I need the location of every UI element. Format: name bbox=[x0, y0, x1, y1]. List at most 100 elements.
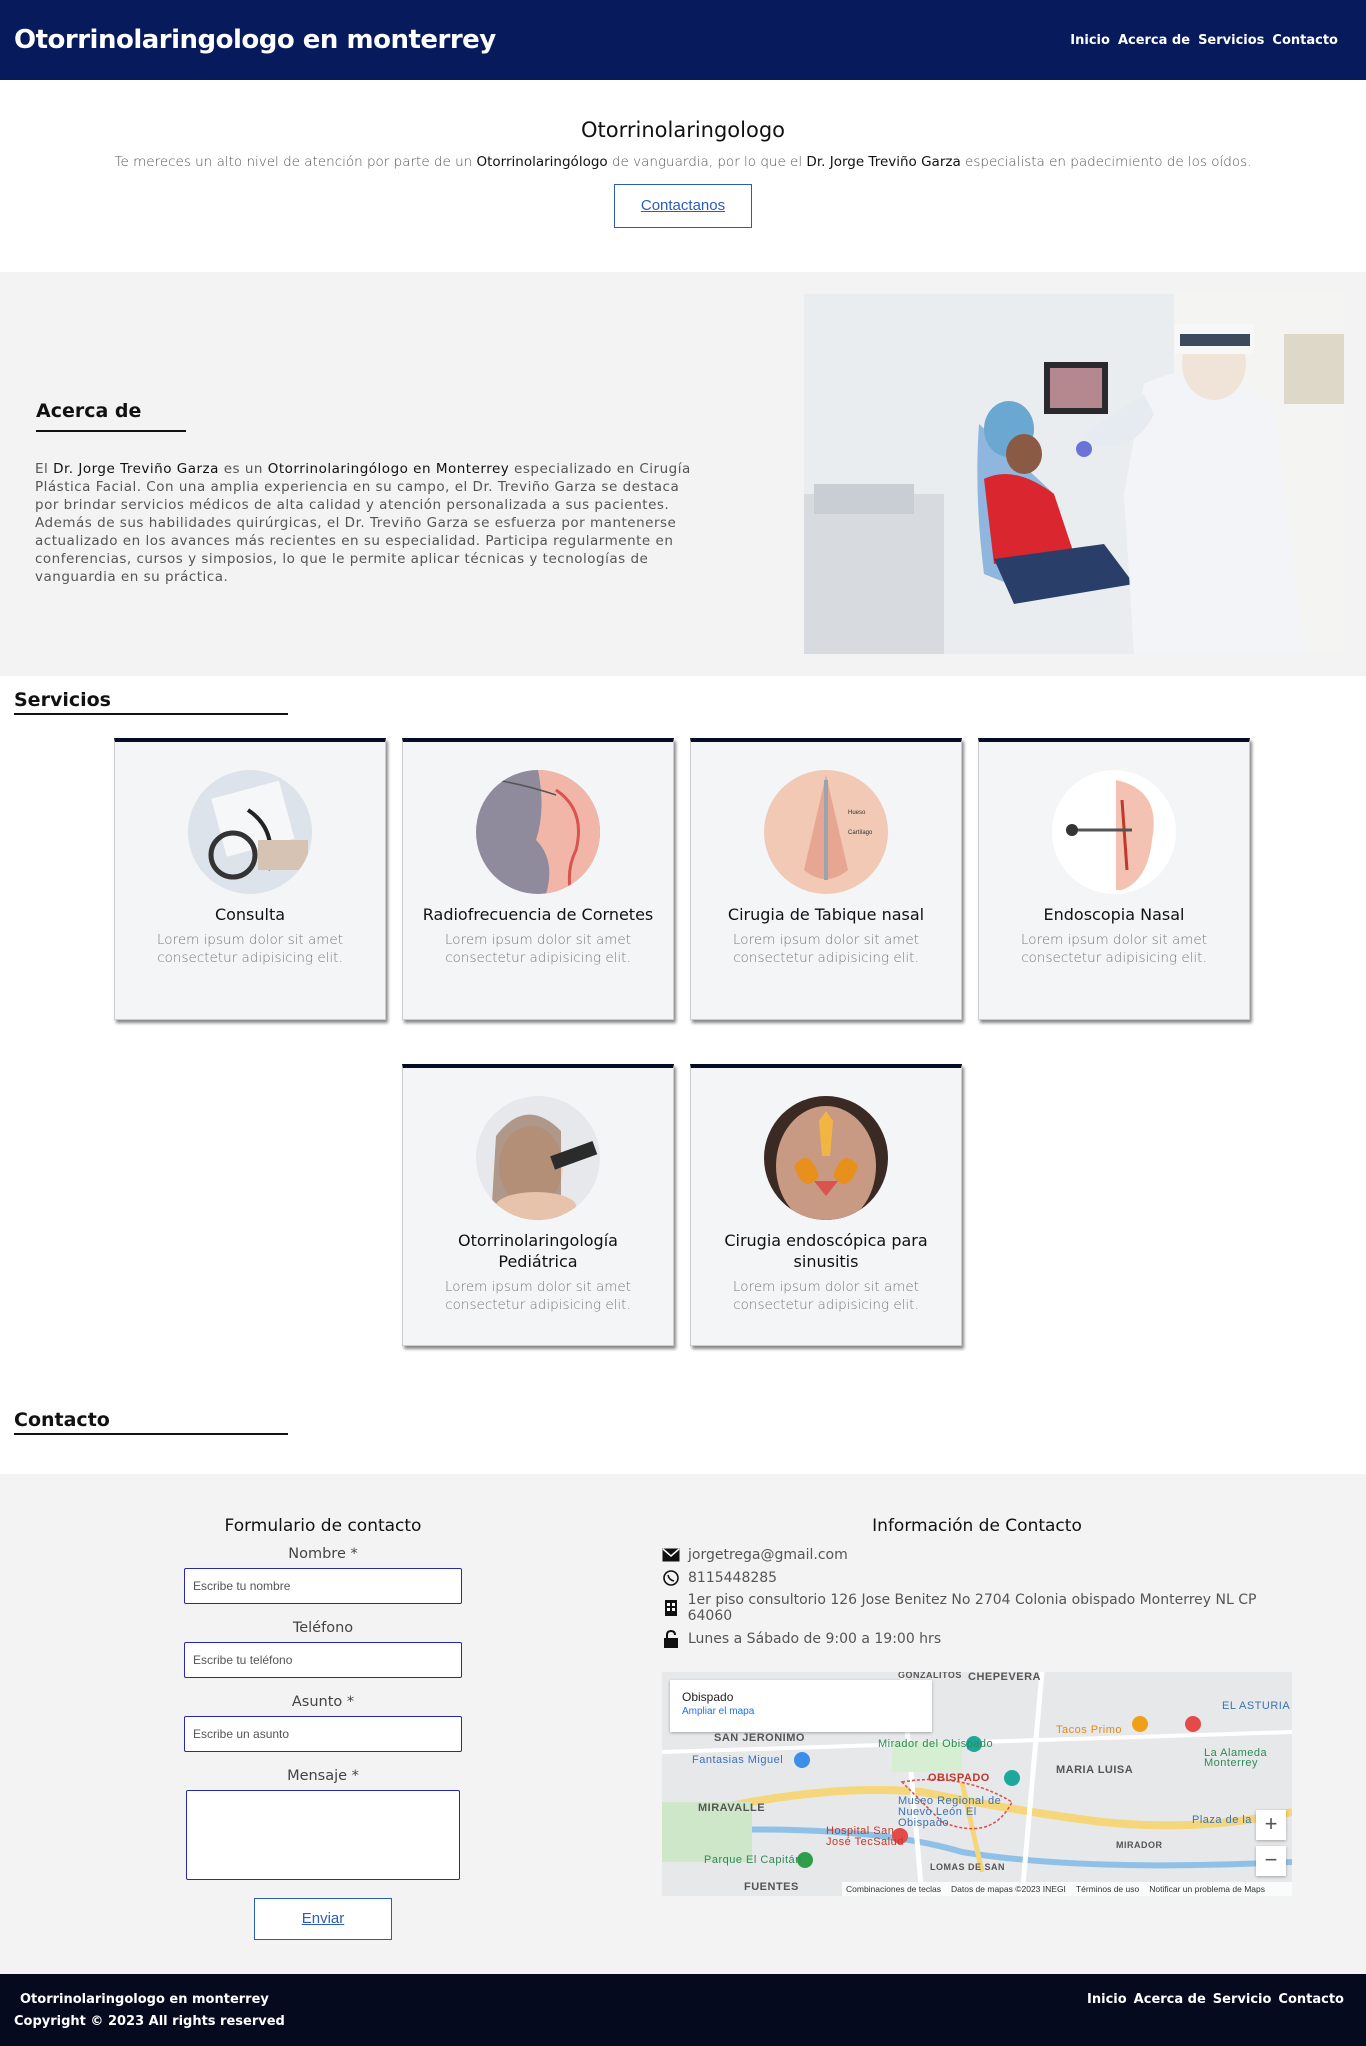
name-label: Nombre * bbox=[288, 1546, 358, 1562]
map-place-name: Obispado bbox=[682, 1690, 734, 1704]
hours-text: Lunes a Sábado de 9:00 a 19:00 hrs bbox=[688, 1631, 942, 1647]
subject-input[interactable]: Escribe un asunto bbox=[184, 1716, 462, 1752]
service-card-radiofrecuencia[interactable]: Radiofrecuencia de Cornetes Lorem ipsum … bbox=[402, 738, 674, 1020]
phone-label: Teléfono bbox=[292, 1620, 354, 1636]
address-text: 1er piso consultorio 126 Jose Benitez No… bbox=[687, 1592, 1257, 1624]
service-title: Endoscopia Nasal bbox=[1043, 905, 1185, 924]
map-label: MARIA LUISA bbox=[1056, 1764, 1134, 1776]
google-map[interactable]: Obispado Ampliar el mapa GONZALITOS CHEP… bbox=[662, 1672, 1292, 1896]
footer-nav: Inicio Acerca de Servicio Contacto bbox=[1087, 1992, 1344, 2007]
footer-nav-contacto[interactable]: Contacto bbox=[1278, 1992, 1344, 2007]
address-row: 1er piso consultorio 126 Jose Benitez No… bbox=[662, 1592, 1292, 1624]
sinusitis-image bbox=[764, 1096, 888, 1220]
site-brand[interactable]: Otorrinolaringologo en monterrey bbox=[14, 25, 496, 55]
contact-info: Información de Contacto jorgetrega@gmail… bbox=[662, 1516, 1292, 1653]
services-divider bbox=[14, 713, 288, 715]
hero-text-1: Te mereces un alto nivel de atención por… bbox=[114, 154, 477, 170]
map-enlarge-link[interactable]: Ampliar el mapa bbox=[682, 1706, 920, 1717]
service-title: Otorrinolaringología Pediátrica bbox=[458, 1231, 618, 1271]
contact-title: Contacto bbox=[14, 1409, 110, 1431]
zoom-out-button[interactable]: − bbox=[1256, 1846, 1286, 1876]
doctor-exam-photo bbox=[804, 294, 1344, 654]
nav-inicio[interactable]: Inicio bbox=[1070, 33, 1110, 48]
subject-label: Asunto * bbox=[291, 1694, 355, 1710]
email-text[interactable]: jorgetrega@gmail.com bbox=[688, 1547, 848, 1563]
about-strong-2: Otorrinolaringólogo en Monterrey bbox=[267, 461, 510, 477]
contact-header: Contacto bbox=[0, 1396, 1366, 1474]
cartilago-label: Cartílago bbox=[848, 830, 873, 836]
footer-nav-acerca[interactable]: Acerca de bbox=[1134, 1992, 1206, 2007]
map-label: LOMAS DE SAN bbox=[930, 1862, 1006, 1872]
nav-acerca[interactable]: Acerca de bbox=[1118, 33, 1190, 48]
service-desc: Lorem ipsum dolor sit amet consectetur a… bbox=[1021, 932, 1207, 966]
footer-nav-servicio[interactable]: Servicio bbox=[1213, 1992, 1272, 2007]
map-label: OBISPADO bbox=[928, 1772, 990, 1784]
map-label: Museo Regional de Nuevo León El Obispado bbox=[898, 1795, 1002, 1829]
message-textarea[interactable] bbox=[186, 1790, 460, 1880]
footer-brand: Otorrinolaringologo en monterrey bbox=[20, 1992, 269, 2007]
map-keyboard-shortcuts[interactable]: Combinaciones de teclas bbox=[846, 1884, 941, 1894]
info-title: Información de Contacto bbox=[872, 1516, 1082, 1536]
map-label: SAN JERONIMO bbox=[714, 1732, 805, 1744]
map-attribution: Combinaciones de teclas Datos de mapas ©… bbox=[842, 1882, 1292, 1896]
service-title: Radiofrecuencia de Cornetes bbox=[422, 905, 654, 924]
send-button[interactable]: Enviar bbox=[254, 1898, 392, 1940]
contact-form: Formulario de contacto Nombre * Escribe … bbox=[160, 1516, 486, 1940]
services-grid: Consulta Lorem ipsum dolor sit amet cons… bbox=[0, 736, 1366, 1396]
service-card-pediatrica[interactable]: Otorrinolaringología Pediátrica Lorem ip… bbox=[402, 1064, 674, 1346]
footer-nav-inicio[interactable]: Inicio bbox=[1087, 1992, 1127, 2007]
service-card-tabique[interactable]: Hueso Cartílago Cirugia de Tabique nasal … bbox=[690, 738, 962, 1020]
service-card-consulta[interactable]: Consulta Lorem ipsum dolor sit amet cons… bbox=[114, 738, 386, 1020]
map-label: Hospital San José TecSalud bbox=[826, 1825, 904, 1848]
map-terms-link[interactable]: Términos de uso bbox=[1076, 1884, 1139, 1894]
service-desc: Lorem ipsum dolor sit amet consectetur a… bbox=[733, 932, 919, 966]
service-desc: Lorem ipsum dolor sit amet consectetur a… bbox=[445, 932, 631, 966]
service-title: Cirugia de Tabique nasal bbox=[727, 905, 925, 924]
footer-copyright: Copyright © 2023 All rights reserved bbox=[14, 2014, 285, 2029]
endoscopia-image bbox=[1052, 770, 1176, 894]
main-nav: Inicio Acerca de Servicios Contacto bbox=[1070, 33, 1338, 48]
service-desc: Lorem ipsum dolor sit amet consectetur a… bbox=[157, 932, 343, 966]
phone-text[interactable]: 8115448285 bbox=[688, 1570, 777, 1586]
about-text-3: especializado en Cirugía Plástica Facial… bbox=[35, 461, 691, 585]
hero-text: Te mereces un alto nivel de atención por… bbox=[0, 154, 1366, 170]
zoom-in-button[interactable]: + bbox=[1256, 1810, 1286, 1840]
site-header: Otorrinolaringologo en monterrey Inicio … bbox=[0, 0, 1366, 80]
service-title: Consulta bbox=[214, 905, 286, 924]
map-report-link[interactable]: Notificar un problema de Maps bbox=[1149, 1884, 1265, 1894]
whatsapp-icon bbox=[662, 1569, 680, 1587]
map-place-card: Obispado Ampliar el mapa bbox=[670, 1680, 932, 1732]
map-label: CHEPEVERA bbox=[968, 1672, 1041, 1683]
nav-contacto[interactable]: Contacto bbox=[1272, 33, 1338, 48]
consulta-image bbox=[188, 770, 312, 894]
envelope-icon bbox=[662, 1546, 680, 1564]
hours-row: Lunes a Sábado de 9:00 a 19:00 hrs bbox=[662, 1630, 1292, 1648]
map-label: Parque El Capitán bbox=[704, 1854, 802, 1866]
hero-title: Otorrinolaringologo bbox=[580, 118, 786, 142]
pediatrica-image bbox=[476, 1096, 600, 1220]
map-label: FUENTES bbox=[744, 1881, 799, 1893]
about-title: Acerca de bbox=[36, 400, 142, 422]
service-card-endoscopia[interactable]: Endoscopia Nasal Lorem ipsum dolor sit a… bbox=[978, 738, 1250, 1020]
about-text-1: El bbox=[35, 461, 54, 477]
form-title: Formulario de contacto bbox=[224, 1516, 422, 1536]
map-label: GONZALITOS bbox=[898, 1672, 962, 1680]
message-label: Mensaje * bbox=[287, 1768, 359, 1784]
map-label: La Alameda Monterrey bbox=[1204, 1747, 1268, 1769]
hero-strong-1: Otorrinolaringólogo bbox=[476, 154, 608, 170]
name-input[interactable]: Escribe tu nombre bbox=[184, 1568, 462, 1604]
tabique-image: Hueso Cartílago bbox=[764, 770, 888, 894]
service-card-sinusitis[interactable]: Cirugia endoscópica para sinusitis Lorem… bbox=[690, 1064, 962, 1346]
phone-input[interactable]: Escribe tu teléfono bbox=[184, 1642, 462, 1678]
nav-servicios[interactable]: Servicios bbox=[1198, 33, 1264, 48]
unlock-icon bbox=[662, 1630, 680, 1648]
email-row: jorgetrega@gmail.com bbox=[662, 1546, 1292, 1564]
phone-row: 8115448285 bbox=[662, 1569, 1292, 1587]
site-footer: Otorrinolaringologo en monterrey Copyrig… bbox=[0, 1974, 1366, 2046]
about-divider bbox=[36, 430, 186, 432]
contact-us-button[interactable]: Contactanos bbox=[614, 184, 752, 228]
map-label: MIRADOR bbox=[1116, 1840, 1163, 1850]
services-title: Servicios bbox=[14, 689, 111, 711]
map-label: Tacos Primo bbox=[1056, 1724, 1123, 1736]
hero-strong-2: Dr. Jorge Treviño Garza bbox=[806, 154, 961, 170]
